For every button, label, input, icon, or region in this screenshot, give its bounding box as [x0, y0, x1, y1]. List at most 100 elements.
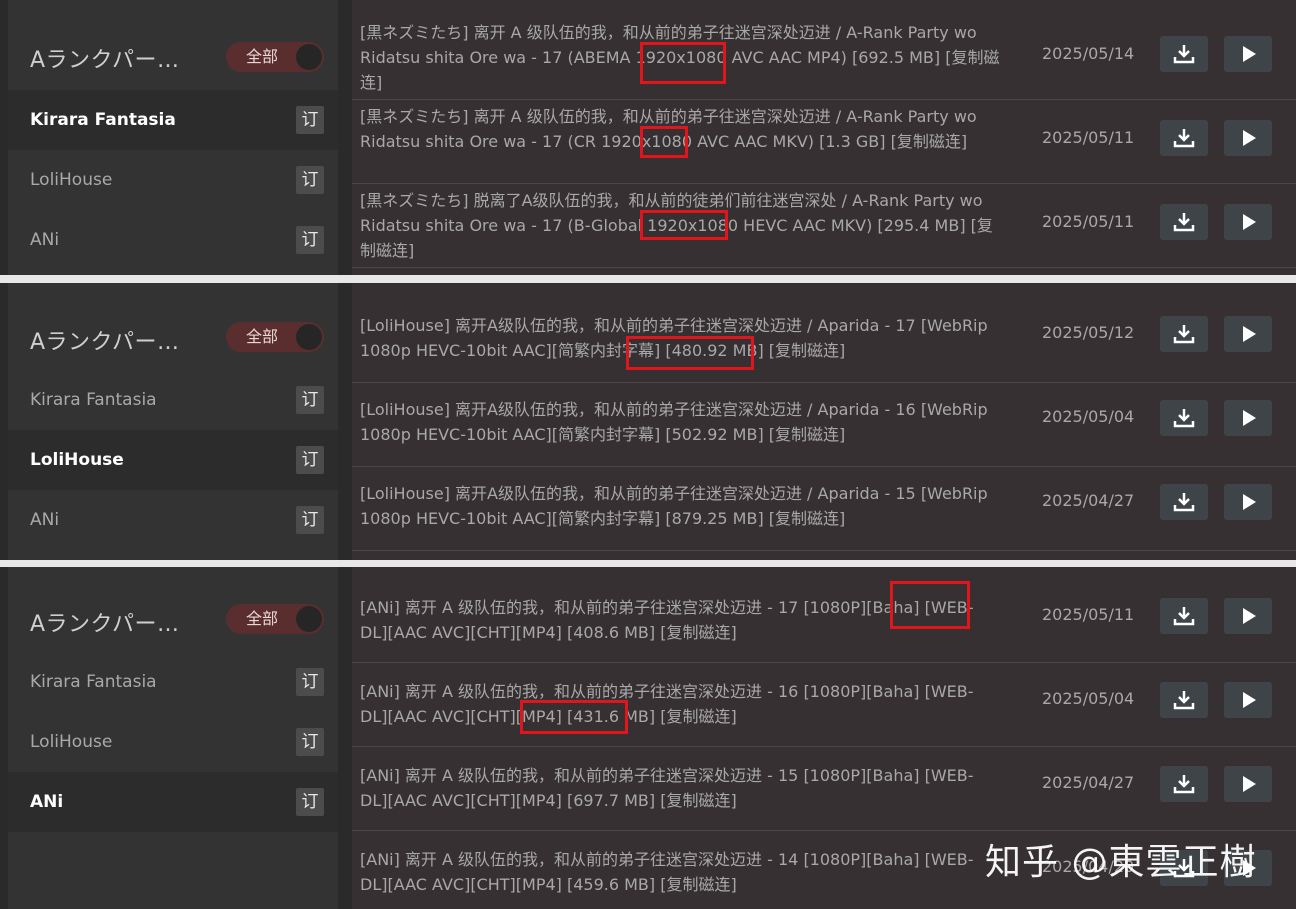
episode-title[interactable]: [ANi] 离开 A 级队伍的我，和从前的弟子往迷宫深处迈进 - 15 [108… [360, 763, 1000, 813]
play-button[interactable] [1224, 598, 1272, 634]
play-button[interactable] [1224, 36, 1272, 72]
sidebar-item-label: ANi [30, 230, 60, 250]
sidebar-item-label: Kirara Fantasia [30, 672, 157, 692]
episode-date: 2025/05/11 [1042, 128, 1135, 147]
sidebar-item-label: LoliHouse [30, 450, 124, 470]
download-button[interactable] [1160, 766, 1208, 802]
episode-date: 2025/05/12 [1042, 323, 1135, 342]
toggle-label: 全部 [245, 47, 278, 66]
play-button[interactable] [1224, 316, 1272, 352]
subscribe-button[interactable]: 订 [296, 668, 324, 696]
sidebar-item-ani[interactable]: ANi 订 [8, 210, 338, 270]
episode-row: [黒ネズミたち] 离开 A 级队伍的我，和从前的弟子往迷宫深处迈进 / A-Ra… [352, 16, 1296, 100]
search-panel-lolihouse: Aランクパー… 全部 Kirara Fantasia 订 LoliHouse 订… [0, 283, 1296, 560]
subscribe-button[interactable]: 订 [296, 166, 324, 194]
download-button[interactable] [1160, 120, 1208, 156]
toggle-label: 全部 [245, 609, 278, 628]
play-icon [1243, 130, 1256, 146]
download-icon [1173, 775, 1195, 794]
subscribe-button[interactable]: 订 [296, 728, 324, 756]
play-button[interactable] [1224, 682, 1272, 718]
bangumi-title: Aランクパー… [30, 612, 180, 637]
sidebar-item-kirara-fantasia[interactable]: Kirara Fantasia 订 [8, 90, 338, 150]
download-icon [1173, 45, 1195, 64]
sidebar-item-lolihouse[interactable]: LoliHouse 订 [8, 150, 338, 210]
sidebar-item-kirara-fantasia[interactable]: Kirara Fantasia 订 [8, 652, 338, 712]
episode-title[interactable]: [ANi] 离开 A 级队伍的我，和从前的弟子往迷宫深处迈进 - 16 [108… [360, 679, 1000, 729]
sidebar-item-kirara-fantasia[interactable]: Kirara Fantasia 订 [8, 370, 338, 430]
play-icon [1243, 46, 1256, 62]
play-button[interactable] [1224, 400, 1272, 436]
play-button[interactable] [1224, 120, 1272, 156]
download-button[interactable] [1160, 484, 1208, 520]
episode-row: [ANi] 离开 A 级队伍的我，和从前的弟子往迷宫深处迈进 - 17 [108… [352, 579, 1296, 663]
sidebar-item-lolihouse[interactable]: LoliHouse 订 [8, 430, 338, 490]
subgroup-sidebar: Aランクパー… 全部 Kirara Fantasia 订 LoliHouse 订… [8, 0, 338, 275]
episode-date: 2025/05/14 [1042, 44, 1135, 63]
download-icon [1173, 607, 1195, 626]
toggle-label: 全部 [245, 327, 278, 346]
toggle-knob [296, 324, 322, 350]
subgroup-sidebar: Aランクパー… 全部 Kirara Fantasia 订 LoliHouse 订… [8, 567, 338, 909]
episode-row: [ANi] 离开 A 级队伍的我，和从前的弟子往迷宫深处迈进 - 16 [108… [352, 663, 1296, 747]
subscribe-button[interactable]: 订 [296, 106, 324, 134]
filter-all-toggle[interactable]: 全部 [226, 42, 324, 72]
sidebar-item-ani[interactable]: ANi 订 [8, 490, 338, 550]
download-icon [1173, 129, 1195, 148]
episode-title[interactable]: [黒ネズミたち] 离开 A 级队伍的我，和从前的弟子往迷宫深处迈进 / A-Ra… [360, 104, 1000, 154]
sidebar-header: Aランクパー… 全部 [8, 0, 338, 76]
download-icon [1173, 325, 1195, 344]
toggle-knob [296, 44, 322, 70]
episode-title[interactable]: [ANi] 离开 A 级队伍的我，和从前的弟子往迷宫深处迈进 - 17 [108… [360, 595, 1000, 645]
episode-title[interactable]: [ANi] 离开 A 级队伍的我，和从前的弟子往迷宫深处迈进 - 14 [108… [360, 847, 1000, 897]
download-icon [1173, 493, 1195, 512]
filter-all-toggle[interactable]: 全部 [226, 604, 324, 634]
sidebar-item-lolihouse[interactable]: LoliHouse 订 [8, 712, 338, 772]
play-icon [1243, 608, 1256, 624]
subscribe-button[interactable]: 订 [296, 446, 324, 474]
sidebar-item-label: Kirara Fantasia [30, 390, 157, 410]
sidebar-item-label: ANi [30, 510, 60, 530]
sidebar-item-label: LoliHouse [30, 732, 113, 752]
subscribe-button[interactable]: 订 [296, 506, 324, 534]
episode-date: 2025/04/27 [1042, 773, 1135, 792]
subscribe-button[interactable]: 订 [296, 386, 324, 414]
sidebar-item-ani[interactable]: ANi 订 [8, 772, 338, 832]
subscribe-button[interactable]: 订 [296, 226, 324, 254]
episode-title[interactable]: [LoliHouse] 离开A级队伍的我，和从前的弟子往迷宫深处迈进 / Apa… [360, 481, 1000, 531]
episode-date: 2025/05/04 [1042, 407, 1135, 426]
download-icon [1173, 691, 1195, 710]
download-button[interactable] [1160, 36, 1208, 72]
episode-title[interactable]: [黒ネズミたち] 离开 A 级队伍的我，和从前的弟子往迷宫深处迈进 / A-Ra… [360, 20, 1000, 95]
bangumi-title: Aランクパー… [30, 48, 180, 73]
play-icon [1243, 410, 1256, 426]
download-button[interactable] [1160, 316, 1208, 352]
toggle-knob [296, 606, 322, 632]
episode-row: [黒ネズミたち] 脱离了A级队伍的我，和从前的徒弟们前往迷宫深处 / A-Ran… [352, 184, 1296, 268]
download-button[interactable] [1160, 400, 1208, 436]
play-button[interactable] [1224, 484, 1272, 520]
subscribe-button[interactable]: 订 [296, 788, 324, 816]
episode-date: 2025/04/27 [1042, 491, 1135, 510]
sidebar-header: Aランクパー… 全部 [8, 567, 338, 643]
download-button[interactable] [1160, 598, 1208, 634]
filter-all-toggle[interactable]: 全部 [226, 322, 324, 352]
sidebar-item-label: LoliHouse [30, 170, 113, 190]
episode-row: [LoliHouse] 离开A级队伍的我，和从前的弟子往迷宫深处迈进 / Apa… [352, 467, 1296, 551]
download-icon [1173, 213, 1195, 232]
download-button[interactable] [1160, 682, 1208, 718]
sidebar-header: Aランクパー… 全部 [8, 283, 338, 359]
episode-list: [黒ネズミたち] 离开 A 级队伍的我，和从前的弟子往迷宫深处迈进 / A-Ra… [352, 0, 1296, 275]
download-button[interactable] [1160, 204, 1208, 240]
episode-title[interactable]: [黒ネズミたち] 脱离了A级队伍的我，和从前的徒弟们前往迷宫深处 / A-Ran… [360, 188, 1000, 263]
episode-title[interactable]: [LoliHouse] 离开A级队伍的我，和从前的弟子往迷宫深处迈进 / Apa… [360, 313, 1000, 363]
play-icon [1243, 326, 1256, 342]
episode-date: 2025/05/11 [1042, 212, 1135, 231]
play-button[interactable] [1224, 766, 1272, 802]
bangumi-title: Aランクパー… [30, 330, 180, 355]
subgroup-sidebar: Aランクパー… 全部 Kirara Fantasia 订 LoliHouse 订… [8, 283, 338, 560]
episode-row: [LoliHouse] 离开A级队伍的我，和从前的弟子往迷宫深处迈进 / Apa… [352, 383, 1296, 467]
episode-title[interactable]: [LoliHouse] 离开A级队伍的我，和从前的弟子往迷宫深处迈进 / Apa… [360, 397, 1000, 447]
play-button[interactable] [1224, 204, 1272, 240]
download-icon [1173, 409, 1195, 428]
